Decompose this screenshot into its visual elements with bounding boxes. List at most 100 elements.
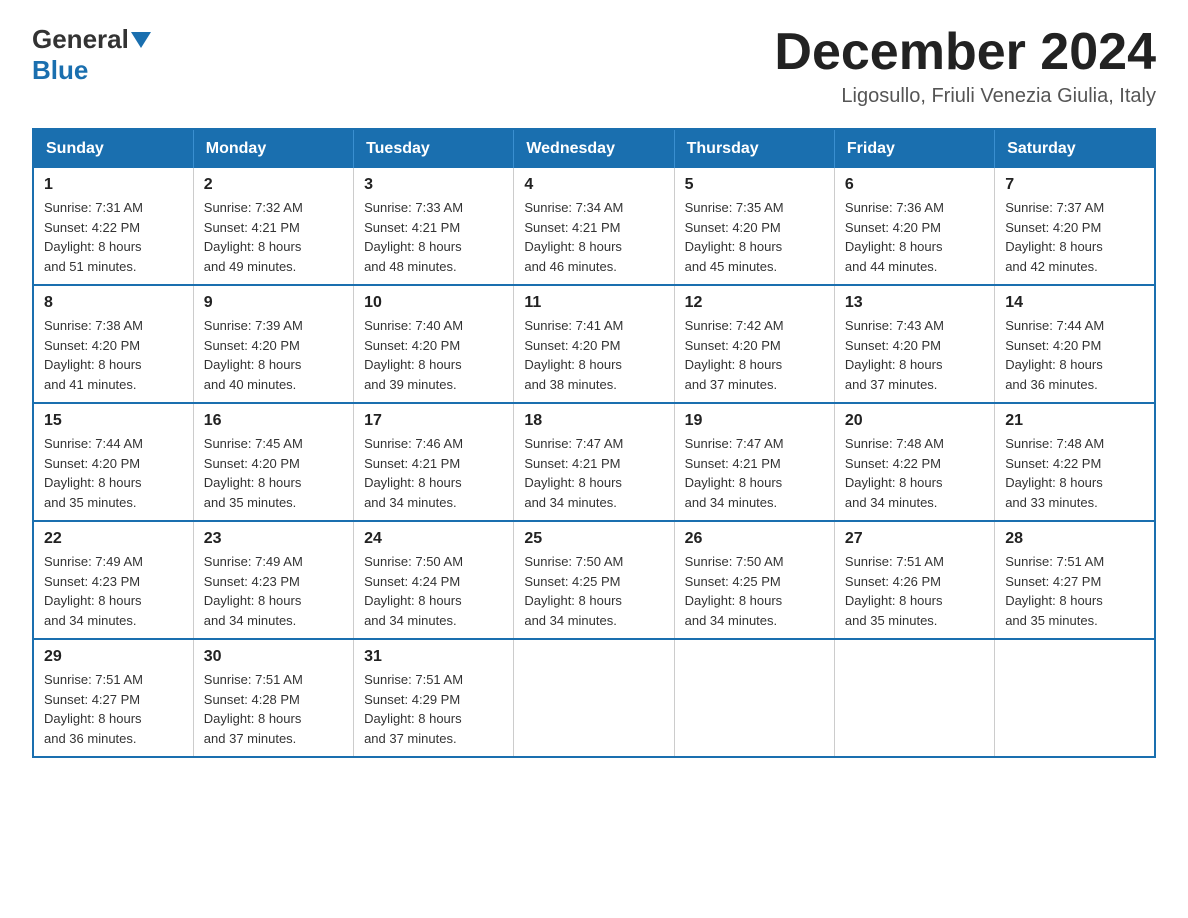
logo-general-text: General bbox=[32, 24, 129, 55]
day-number: 2 bbox=[204, 176, 343, 194]
day-info: Sunrise: 7:43 AMSunset: 4:20 PMDaylight:… bbox=[845, 316, 984, 394]
day-number: 9 bbox=[204, 294, 343, 312]
calendar-day-cell: 13 Sunrise: 7:43 AMSunset: 4:20 PMDayligh… bbox=[834, 285, 994, 403]
day-number: 21 bbox=[1005, 412, 1144, 430]
calendar-day-cell: 20 Sunrise: 7:48 AMSunset: 4:22 PMDayligh… bbox=[834, 403, 994, 521]
calendar-day-cell: 26 Sunrise: 7:50 AMSunset: 4:25 PMDayligh… bbox=[674, 521, 834, 639]
day-info: Sunrise: 7:50 AMSunset: 4:24 PMDaylight:… bbox=[364, 552, 503, 630]
calendar-table: SundayMondayTuesdayWednesdayThursdayFrid… bbox=[32, 128, 1156, 758]
day-number: 25 bbox=[524, 530, 663, 548]
day-info: Sunrise: 7:36 AMSunset: 4:20 PMDaylight:… bbox=[845, 198, 984, 276]
day-number: 29 bbox=[44, 648, 183, 666]
day-info: Sunrise: 7:33 AMSunset: 4:21 PMDaylight:… bbox=[364, 198, 503, 276]
empty-cell bbox=[514, 639, 674, 757]
day-info: Sunrise: 7:40 AMSunset: 4:20 PMDaylight:… bbox=[364, 316, 503, 394]
calendar-day-cell: 3Sunrise: 7:33 AMSunset: 4:21 PMDaylight… bbox=[354, 168, 514, 285]
day-info: Sunrise: 7:32 AMSunset: 4:21 PMDaylight:… bbox=[204, 198, 343, 276]
day-number: 15 bbox=[44, 412, 183, 430]
day-number: 12 bbox=[685, 294, 824, 312]
day-number: 7 bbox=[1005, 176, 1144, 194]
day-info: Sunrise: 7:41 AMSunset: 4:20 PMDaylight:… bbox=[524, 316, 663, 394]
location-subtitle: Ligosullo, Friuli Venezia Giulia, Italy bbox=[774, 85, 1156, 108]
day-number: 1 bbox=[44, 176, 183, 194]
calendar-day-cell: 17 Sunrise: 7:46 AMSunset: 4:21 PMDayligh… bbox=[354, 403, 514, 521]
day-info: Sunrise: 7:51 AMSunset: 4:28 PMDaylight:… bbox=[204, 670, 343, 748]
header-friday: Friday bbox=[834, 129, 994, 168]
calendar-day-cell: 6Sunrise: 7:36 AMSunset: 4:20 PMDaylight… bbox=[834, 168, 994, 285]
calendar-week-row: 22 Sunrise: 7:49 AMSunset: 4:23 PMDayligh… bbox=[33, 521, 1155, 639]
calendar-day-cell: 18Sunrise: 7:47 AMSunset: 4:21 PMDayligh… bbox=[514, 403, 674, 521]
day-info: Sunrise: 7:35 AMSunset: 4:20 PMDaylight:… bbox=[685, 198, 824, 276]
calendar-day-cell: 23 Sunrise: 7:49 AMSunset: 4:23 PMDayligh… bbox=[193, 521, 353, 639]
logo-triangle-icon bbox=[131, 32, 151, 48]
header-monday: Monday bbox=[193, 129, 353, 168]
header-sunday: Sunday bbox=[33, 129, 193, 168]
day-info: Sunrise: 7:49 AMSunset: 4:23 PMDaylight:… bbox=[44, 552, 183, 630]
day-info: Sunrise: 7:50 AMSunset: 4:25 PMDaylight:… bbox=[685, 552, 824, 630]
day-number: 16 bbox=[204, 412, 343, 430]
day-number: 8 bbox=[44, 294, 183, 312]
logo: General Blue bbox=[32, 24, 151, 86]
day-info: Sunrise: 7:47 AMSunset: 4:21 PMDaylight:… bbox=[524, 434, 663, 512]
day-info: Sunrise: 7:49 AMSunset: 4:23 PMDaylight:… bbox=[204, 552, 343, 630]
day-info: Sunrise: 7:31 AMSunset: 4:22 PMDaylight:… bbox=[44, 198, 183, 276]
calendar-day-cell: 8 Sunrise: 7:38 AMSunset: 4:20 PMDaylight… bbox=[33, 285, 193, 403]
calendar-day-cell: 10 Sunrise: 7:40 AMSunset: 4:20 PMDayligh… bbox=[354, 285, 514, 403]
calendar-day-cell: 12 Sunrise: 7:42 AMSunset: 4:20 PMDayligh… bbox=[674, 285, 834, 403]
calendar-day-cell: 19Sunrise: 7:47 AMSunset: 4:21 PMDayligh… bbox=[674, 403, 834, 521]
day-info: Sunrise: 7:42 AMSunset: 4:20 PMDaylight:… bbox=[685, 316, 824, 394]
header-saturday: Saturday bbox=[995, 129, 1155, 168]
day-number: 30 bbox=[204, 648, 343, 666]
calendar-day-cell: 15 Sunrise: 7:44 AMSunset: 4:20 PMDayligh… bbox=[33, 403, 193, 521]
header-wednesday: Wednesday bbox=[514, 129, 674, 168]
calendar-day-cell: 1 Sunrise: 7:31 AMSunset: 4:22 PMDaylight… bbox=[33, 168, 193, 285]
day-info: Sunrise: 7:50 AMSunset: 4:25 PMDaylight:… bbox=[524, 552, 663, 630]
empty-cell bbox=[995, 639, 1155, 757]
day-info: Sunrise: 7:51 AMSunset: 4:27 PMDaylight:… bbox=[1005, 552, 1144, 630]
day-info: Sunrise: 7:37 AMSunset: 4:20 PMDaylight:… bbox=[1005, 198, 1144, 276]
day-number: 20 bbox=[845, 412, 984, 430]
day-info: Sunrise: 7:44 AMSunset: 4:20 PMDaylight:… bbox=[1005, 316, 1144, 394]
day-info: Sunrise: 7:44 AMSunset: 4:20 PMDaylight:… bbox=[44, 434, 183, 512]
day-info: Sunrise: 7:48 AMSunset: 4:22 PMDaylight:… bbox=[1005, 434, 1144, 512]
day-number: 14 bbox=[1005, 294, 1144, 312]
calendar-day-cell: 22 Sunrise: 7:49 AMSunset: 4:23 PMDayligh… bbox=[33, 521, 193, 639]
empty-cell bbox=[674, 639, 834, 757]
calendar-day-cell: 5 Sunrise: 7:35 AMSunset: 4:20 PMDaylight… bbox=[674, 168, 834, 285]
calendar-day-cell: 9 Sunrise: 7:39 AMSunset: 4:20 PMDaylight… bbox=[193, 285, 353, 403]
calendar-header-row: SundayMondayTuesdayWednesdayThursdayFrid… bbox=[33, 129, 1155, 168]
header-thursday: Thursday bbox=[674, 129, 834, 168]
day-info: Sunrise: 7:45 AMSunset: 4:20 PMDaylight:… bbox=[204, 434, 343, 512]
calendar-week-row: 15 Sunrise: 7:44 AMSunset: 4:20 PMDayligh… bbox=[33, 403, 1155, 521]
calendar-day-cell: 16 Sunrise: 7:45 AMSunset: 4:20 PMDayligh… bbox=[193, 403, 353, 521]
calendar-day-cell: 30 Sunrise: 7:51 AMSunset: 4:28 PMDayligh… bbox=[193, 639, 353, 757]
header-tuesday: Tuesday bbox=[354, 129, 514, 168]
day-number: 23 bbox=[204, 530, 343, 548]
day-number: 17 bbox=[364, 412, 503, 430]
day-number: 22 bbox=[44, 530, 183, 548]
day-info: Sunrise: 7:38 AMSunset: 4:20 PMDaylight:… bbox=[44, 316, 183, 394]
day-number: 26 bbox=[685, 530, 824, 548]
day-number: 13 bbox=[845, 294, 984, 312]
day-number: 10 bbox=[364, 294, 503, 312]
empty-cell bbox=[834, 639, 994, 757]
day-info: Sunrise: 7:39 AMSunset: 4:20 PMDaylight:… bbox=[204, 316, 343, 394]
day-number: 5 bbox=[685, 176, 824, 194]
day-number: 28 bbox=[1005, 530, 1144, 548]
calendar-day-cell: 21 Sunrise: 7:48 AMSunset: 4:22 PMDayligh… bbox=[995, 403, 1155, 521]
day-number: 31 bbox=[364, 648, 503, 666]
title-section: December 2024 Ligosullo, Friuli Venezia … bbox=[774, 24, 1156, 108]
day-info: Sunrise: 7:46 AMSunset: 4:21 PMDaylight:… bbox=[364, 434, 503, 512]
day-info: Sunrise: 7:51 AMSunset: 4:26 PMDaylight:… bbox=[845, 552, 984, 630]
calendar-day-cell: 27Sunrise: 7:51 AMSunset: 4:26 PMDayligh… bbox=[834, 521, 994, 639]
calendar-day-cell: 11Sunrise: 7:41 AMSunset: 4:20 PMDayligh… bbox=[514, 285, 674, 403]
calendar-day-cell: 31Sunrise: 7:51 AMSunset: 4:29 PMDayligh… bbox=[354, 639, 514, 757]
calendar-day-cell: 28 Sunrise: 7:51 AMSunset: 4:27 PMDayligh… bbox=[995, 521, 1155, 639]
day-info: Sunrise: 7:48 AMSunset: 4:22 PMDaylight:… bbox=[845, 434, 984, 512]
calendar-day-cell: 29Sunrise: 7:51 AMSunset: 4:27 PMDayligh… bbox=[33, 639, 193, 757]
calendar-day-cell: 24 Sunrise: 7:50 AMSunset: 4:24 PMDayligh… bbox=[354, 521, 514, 639]
day-number: 19 bbox=[685, 412, 824, 430]
calendar-day-cell: 4Sunrise: 7:34 AMSunset: 4:21 PMDaylight… bbox=[514, 168, 674, 285]
calendar-week-row: 29Sunrise: 7:51 AMSunset: 4:27 PMDayligh… bbox=[33, 639, 1155, 757]
day-number: 24 bbox=[364, 530, 503, 548]
